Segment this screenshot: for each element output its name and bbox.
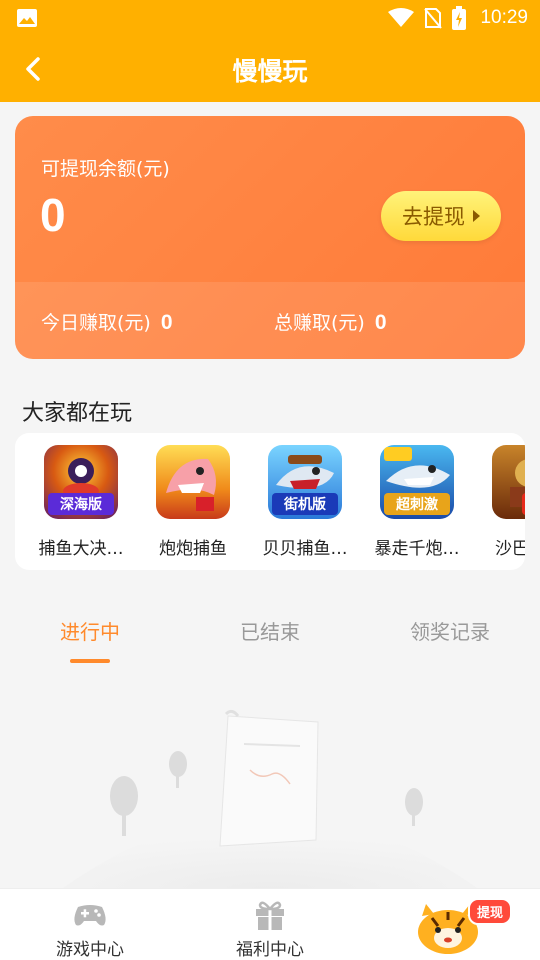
- game-item[interactable]: 炮炮捕鱼: [141, 445, 245, 559]
- game-badge: 街机版: [272, 493, 338, 515]
- active-tab-indicator: [70, 659, 110, 663]
- image-icon: [17, 9, 37, 27]
- gift-icon: [256, 901, 284, 930]
- game-badge: 超刺激: [384, 493, 450, 515]
- wifi-icon: [388, 8, 415, 27]
- today-label: 今日赚取(元): [41, 312, 151, 334]
- game-icon: 红: [492, 445, 525, 519]
- today-earnings: 今日赚取(元) 0: [41, 308, 173, 335]
- balance-label: 可提现余额(元): [41, 158, 170, 180]
- balance-amount: 0: [40, 189, 66, 241]
- game-name: 贝贝捕鱼…: [262, 539, 348, 559]
- game-item[interactable]: 超刺激 暴走千炮…: [365, 445, 469, 559]
- warrior-icon: [510, 459, 525, 507]
- game-badge: 深海版: [48, 493, 114, 515]
- nav-game-center[interactable]: 游戏中心: [0, 889, 180, 960]
- game-name: 沙巴克…: [495, 539, 525, 559]
- game-badge: 红: [522, 493, 525, 515]
- game-name: 捕鱼大决…: [38, 539, 124, 559]
- no-sim-icon: [424, 8, 443, 29]
- gamepad-icon: [74, 905, 106, 926]
- caret-right-icon: [473, 210, 480, 222]
- game-item[interactable]: 街机版 贝贝捕鱼…: [253, 445, 357, 559]
- total-value: 0: [374, 311, 387, 334]
- task-tabs: 进行中 已结束 领奖记录: [0, 600, 540, 670]
- battery-charging-icon: [452, 6, 467, 30]
- total-earnings: 总赚取(元) 0: [274, 308, 387, 335]
- game-item[interactable]: 深海版 捕鱼大决…: [29, 445, 133, 559]
- popular-games-title: 大家都在玩: [22, 401, 133, 426]
- today-value: 0: [160, 311, 173, 334]
- earnings-row: 今日赚取(元) 0 总赚取(元) 0: [15, 282, 525, 359]
- page-title: 慢慢玩: [232, 57, 308, 86]
- game-name: 暴走千炮…: [374, 539, 460, 559]
- nav-game-center-label: 游戏中心: [56, 940, 124, 960]
- withdraw-label: 去提现: [402, 205, 465, 229]
- popular-games-list: 深海版 捕鱼大决… 炮炮捕鱼 街机版 贝贝捕鱼… 超刺激 暴走千炮… 沙: [15, 433, 525, 570]
- game-icon: 深海版: [44, 445, 118, 519]
- empty-state-illustration: [60, 709, 480, 890]
- total-label: 总赚取(元): [274, 312, 365, 334]
- mascot-withdraw-tag: 提现: [467, 898, 512, 925]
- title-bar: 慢慢玩: [0, 36, 540, 102]
- shark-icon: [166, 458, 216, 511]
- tab-in-progress[interactable]: 进行中: [0, 616, 180, 645]
- game-name: 炮炮捕鱼: [159, 539, 227, 559]
- withdraw-button[interactable]: 去提现: [381, 191, 501, 241]
- clock: 10:29: [480, 7, 528, 28]
- status-bar: 10:29: [0, 0, 540, 36]
- game-icon: 超刺激: [380, 445, 454, 519]
- balance-upper: 可提现余额(元) 0 去提现: [15, 116, 525, 282]
- tab-reward-records[interactable]: 领奖记录: [360, 616, 540, 645]
- balance-card: 可提现余额(元) 0 去提现 今日赚取(元) 0 总赚取(元) 0: [15, 116, 525, 359]
- game-item[interactable]: 红 沙巴克…: [477, 445, 525, 559]
- game-icon: [156, 445, 230, 519]
- game-icon: 街机版: [268, 445, 342, 519]
- tab-ended[interactable]: 已结束: [180, 616, 360, 645]
- mascot-withdraw-button[interactable]: 提现: [412, 896, 512, 956]
- nav-welfare-center[interactable]: 福利中心: [180, 889, 360, 960]
- nav-welfare-center-label: 福利中心: [236, 940, 304, 960]
